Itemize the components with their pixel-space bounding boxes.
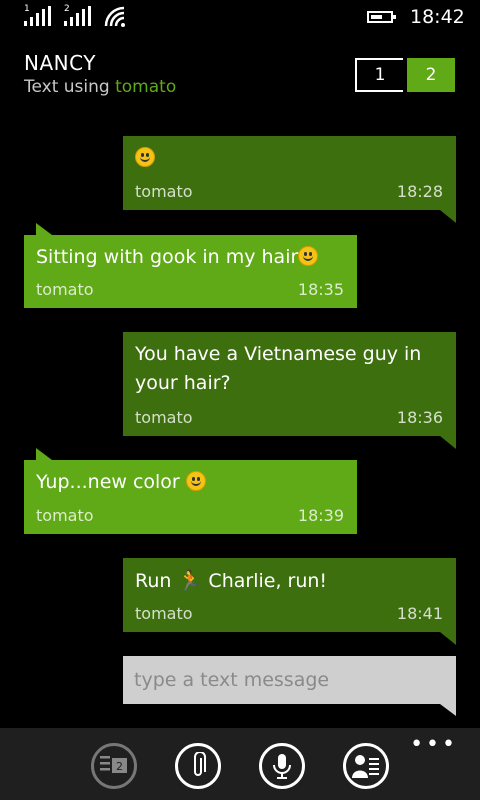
wifi-icon (104, 6, 125, 27)
battery-icon (367, 11, 396, 23)
smile-emoji-icon (185, 471, 206, 491)
more-options-button[interactable]: ••• (410, 732, 458, 757)
microphone-button[interactable] (259, 743, 305, 789)
message-time: 18:35 (297, 280, 344, 299)
attach-button[interactable] (175, 743, 221, 789)
message-bubble-incoming[interactable]: Yup...new color tomato 18:39 (24, 448, 357, 534)
signal-sim1-icon: 1 (24, 4, 54, 26)
microphone-icon (273, 754, 291, 779)
status-time: 18:42 (410, 6, 465, 28)
message-time: 18:41 (396, 604, 443, 623)
smile-emoji-icon (298, 246, 319, 266)
message-meta: tomato 18:36 (135, 408, 443, 427)
message-app: tomato (135, 182, 193, 201)
message-text: Sitting with gook in my hair (36, 243, 346, 272)
message-bubble-incoming[interactable]: Sitting with gook in my hair tomato 18:3… (24, 223, 357, 308)
sim-1-button[interactable]: 1 (355, 58, 403, 92)
message-bubble-outgoing[interactable]: You have a Vietnamese guy in your hair? … (123, 332, 456, 449)
message-app: tomato (135, 604, 193, 623)
smile-emoji-icon (135, 147, 155, 167)
message-text (135, 144, 445, 173)
app-bar: ••• 2 (0, 728, 480, 800)
message-meta: tomato 18:35 (36, 280, 344, 299)
attach-icon (194, 752, 206, 776)
runner-emoji-icon: 🏃 (177, 568, 203, 592)
switch-sim-icon: 2 (100, 756, 127, 773)
contact-name: NANCY (24, 51, 96, 75)
signal-sim2-icon: 2 (64, 4, 94, 26)
compose-placeholder: type a text message (134, 669, 330, 691)
message-bubble-outgoing[interactable]: tomato 18:28 (123, 136, 456, 223)
compose-input[interactable]: type a text message (123, 656, 456, 716)
message-time: 18:39 (297, 506, 344, 525)
message-meta: tomato 18:41 (135, 604, 443, 623)
message-meta: tomato 18:39 (36, 506, 344, 525)
text-using-prefix: Text using (24, 77, 116, 97)
contact-card-icon (352, 755, 379, 778)
message-text: You have a Vietnamese guy in your hair? (135, 343, 422, 394)
sim2-label: 2 (64, 4, 70, 14)
text-using-app[interactable]: tomato (115, 77, 176, 97)
message-app: tomato (135, 408, 193, 427)
svg-text:2: 2 (116, 760, 123, 773)
switch-sim-button[interactable]: 2 (91, 743, 137, 789)
contact-card-button[interactable] (343, 743, 389, 789)
message-text: Run 🏃 Charlie, run! (135, 568, 328, 592)
text-using-label: Text using tomato (24, 77, 176, 97)
message-meta: tomato 18:28 (135, 182, 443, 201)
status-bar: 1 2 18:42 (0, 0, 480, 34)
sim-2-button[interactable]: 2 (407, 58, 455, 92)
message-bubble-outgoing[interactable]: Run 🏃 Charlie, run! tomato 18:41 (123, 558, 456, 645)
message-time: 18:36 (396, 408, 443, 427)
message-text: Yup...new color (36, 468, 346, 497)
message-time: 18:28 (396, 182, 443, 201)
sim1-label: 1 (24, 4, 30, 14)
message-app: tomato (36, 280, 94, 299)
message-app: tomato (36, 506, 94, 525)
